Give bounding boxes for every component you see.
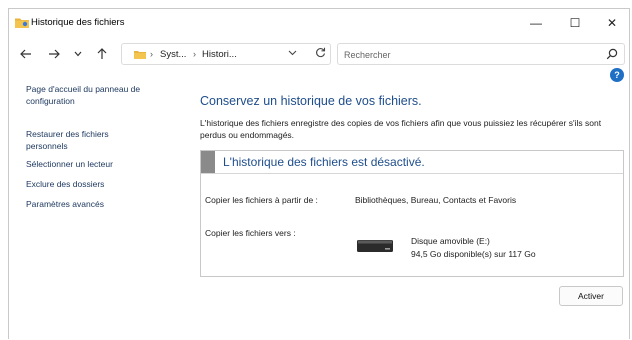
arrow-left-icon (20, 49, 31, 59)
up-button[interactable] (93, 46, 111, 62)
copy-from-label: Copier les fichiers à partir de : (205, 195, 318, 205)
drive-name: Disque amovible (E:) (411, 236, 490, 246)
breadcrumb-separator: › (193, 49, 196, 59)
folder-icon (134, 51, 146, 59)
sidebar: Page d'accueil du panneau de configurati… (26, 84, 176, 211)
sidebar-link-restore-files[interactable]: Restaurer des fichiers personnels (26, 129, 136, 152)
activate-button[interactable]: Activer (559, 286, 623, 306)
sidebar-link-select-drive[interactable]: Sélectionner un lecteur (26, 159, 176, 171)
status-panel: L'historique des fichiers est désactivé.… (200, 150, 624, 277)
sidebar-link-control-panel-home[interactable]: Page d'accueil du panneau de configurati… (26, 84, 171, 107)
search-placeholder: Rechercher (344, 50, 391, 60)
recent-locations-button[interactable] (69, 46, 87, 62)
breadcrumb-system[interactable]: Syst... (160, 49, 186, 60)
sidebar-link-advanced-settings[interactable]: Paramètres avancés (26, 199, 176, 211)
search-icon[interactable] (606, 48, 618, 60)
back-button[interactable] (17, 46, 35, 62)
status-header: L'historique des fichiers est désactivé. (201, 151, 623, 174)
refresh-icon[interactable] (315, 47, 326, 61)
page-title: Conservez un historique de vos fichiers. (200, 94, 422, 108)
removable-drive-icon (357, 240, 393, 252)
sidebar-link-exclude-folders[interactable]: Exclure des dossiers (26, 179, 176, 191)
title-bar[interactable]: Historique des fichiers — ☐ ✕ (9, 9, 629, 37)
maximize-button[interactable]: ☐ (558, 13, 592, 33)
close-button[interactable]: ✕ (595, 13, 629, 33)
page-description: L'historique des fichiers enregistre des… (200, 118, 602, 140)
search-input[interactable]: Rechercher (337, 43, 625, 65)
navigation-bar: › Syst... › Histori... Rechercher (9, 39, 629, 69)
status-title: L'historique des fichiers est désactivé. (223, 155, 425, 169)
help-icon[interactable]: ? (610, 68, 624, 82)
copy-to-label: Copier les fichiers vers : (205, 228, 296, 238)
arrow-up-icon (97, 48, 107, 59)
arrow-right-icon (49, 49, 60, 59)
chevron-down-icon (74, 51, 82, 57)
window-title: Historique des fichiers (31, 17, 125, 28)
forward-button[interactable] (45, 46, 63, 62)
address-dropdown-icon[interactable] (288, 48, 297, 59)
status-indicator (201, 151, 215, 173)
drive-space: 94,5 Go disponible(s) sur 117 Go (411, 249, 536, 259)
breadcrumb-separator: › (150, 49, 153, 59)
copy-from-value: Bibliothèques, Bureau, Contacts et Favor… (355, 195, 517, 205)
breadcrumb-history[interactable]: Histori... (202, 49, 237, 60)
folder-icon (15, 18, 29, 28)
minimize-button[interactable]: — (519, 13, 553, 33)
address-bar[interactable]: › Syst... › Histori... (121, 43, 331, 65)
